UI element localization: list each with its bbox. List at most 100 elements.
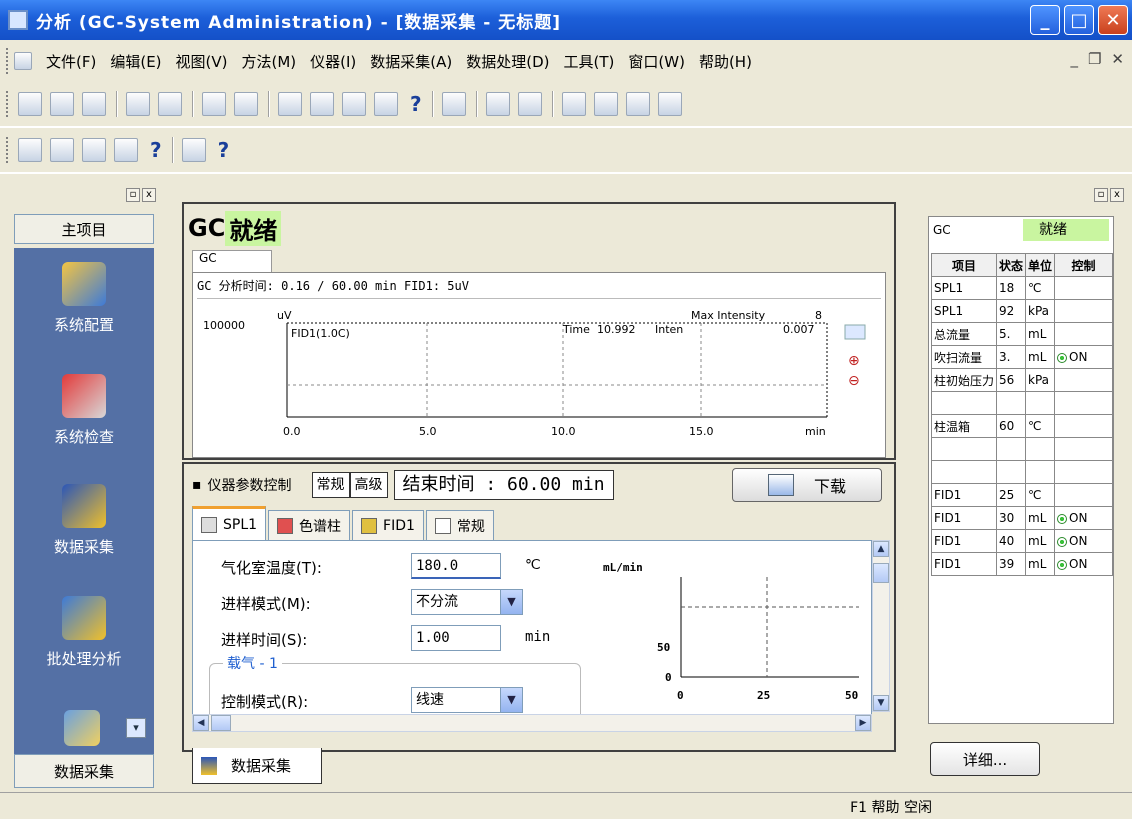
open-method-icon[interactable] <box>50 138 74 162</box>
sidebar-item-batch-analysis[interactable]: 批处理分析 <box>14 596 154 669</box>
menu-tools[interactable]: 工具(T) <box>564 51 615 72</box>
on-radio-icon[interactable] <box>1057 352 1068 363</box>
tab-spl1[interactable]: SPL1 <box>192 506 267 540</box>
chrom-scroll-up-icon[interactable] <box>844 324 866 340</box>
table-view-icon[interactable] <box>374 92 398 116</box>
menu-instrument[interactable]: 仪器(I) <box>310 51 356 72</box>
normal-view-button[interactable]: 常规 <box>311 472 350 498</box>
mdi-minimize-icon[interactable]: _ <box>1070 50 1078 68</box>
detail-button[interactable]: 详细... <box>930 742 1040 776</box>
menu-edit[interactable]: 编辑(E) <box>110 51 161 72</box>
menu-window[interactable]: 窗口(W) <box>628 51 685 72</box>
zoom-in-icon[interactable]: ⊕ <box>848 353 860 369</box>
print-icon[interactable] <box>126 92 150 116</box>
save-icon[interactable] <box>82 92 106 116</box>
tab-fid1[interactable]: FID1 <box>352 510 424 540</box>
open-file-icon[interactable] <box>50 92 74 116</box>
status-cell-ctrl[interactable]: ON <box>1054 529 1113 553</box>
panel-close-icon[interactable]: x <box>1110 188 1124 202</box>
edit-method-icon[interactable] <box>18 138 42 162</box>
scroll-thumb[interactable] <box>873 563 889 583</box>
sidebar-bottom-item[interactable]: 数据采集 <box>14 754 154 788</box>
new-file-icon[interactable] <box>18 92 42 116</box>
on-radio-icon[interactable] <box>1057 559 1068 570</box>
scroll-left-icon[interactable]: ◀ <box>193 715 209 731</box>
status-cell-ctrl[interactable]: ON <box>1054 506 1113 530</box>
monitor-icon[interactable] <box>485 92 510 116</box>
zoom-icon[interactable] <box>625 92 650 116</box>
maximize-button[interactable]: □ <box>1064 5 1094 35</box>
menu-processing[interactable]: 数据处理(D) <box>466 51 549 72</box>
control-mode-select[interactable]: 线速 ▼ <box>411 687 523 713</box>
sidebar-close-icon[interactable]: x <box>142 188 156 202</box>
on-radio-icon[interactable] <box>1057 513 1068 524</box>
param-horizontal-scrollbar[interactable]: ◀ ▶ <box>192 714 872 732</box>
menu-method[interactable]: 方法(M) <box>242 51 297 72</box>
status-cell-ctrl[interactable] <box>1054 299 1113 323</box>
status-cell-ctrl[interactable] <box>1054 368 1113 392</box>
sidebar-item-system-config[interactable]: 系统配置 <box>14 262 154 335</box>
zoom-out-icon[interactable]: ⊖ <box>848 373 860 389</box>
injection-temp-input[interactable]: 180.0 <box>411 553 501 579</box>
scroll-down-icon[interactable]: ▼ <box>873 695 889 711</box>
status-cell-ctrl[interactable] <box>1054 437 1113 461</box>
menu-help[interactable]: 帮助(H) <box>699 51 752 72</box>
data-review-icon[interactable] <box>64 710 100 746</box>
download-button[interactable]: 下载 <box>732 468 882 502</box>
tab-column[interactable]: 色谱柱 <box>268 510 351 540</box>
scroll-up-icon[interactable]: ▲ <box>873 541 889 557</box>
scroll-thumb[interactable] <box>211 715 231 731</box>
chevron-down-icon[interactable]: ▼ <box>500 688 522 712</box>
menu-grip[interactable] <box>6 48 10 74</box>
status-cell-ctrl[interactable] <box>1054 483 1113 507</box>
status-cell-ctrl[interactable] <box>1054 460 1113 484</box>
menu-view[interactable]: 视图(V) <box>176 51 228 72</box>
sidebar-item-system-check[interactable]: 系统检查 <box>14 374 154 447</box>
chart-view-icon[interactable] <box>342 92 366 116</box>
mdi-close-icon[interactable]: ✕ <box>1111 50 1124 68</box>
injection-mode-select[interactable]: 不分流 ▼ <box>411 589 523 615</box>
start-icon[interactable] <box>561 92 586 116</box>
help-icon[interactable]: ? <box>150 138 162 162</box>
panel-grid-icon[interactable] <box>310 92 334 116</box>
injection-time-input[interactable]: 1.00 <box>411 625 501 651</box>
scroll-right-icon[interactable]: ▶ <box>855 715 871 731</box>
param-vertical-scrollbar[interactable]: ▲ ▼ <box>872 540 890 712</box>
status-cell-ctrl[interactable] <box>1054 322 1113 346</box>
menu-file[interactable]: 文件(F) <box>46 51 96 72</box>
status-cell-ctrl[interactable]: ON <box>1054 552 1113 576</box>
tab-general[interactable]: 常规 <box>425 510 494 540</box>
advanced-view-button[interactable]: 高级 <box>349 472 388 498</box>
folder-method-icon[interactable] <box>114 138 138 162</box>
mdi-restore-icon[interactable]: ❐ <box>1088 50 1101 68</box>
status-cell-ctrl[interactable] <box>1054 414 1113 438</box>
wizard-icon[interactable] <box>657 92 682 116</box>
on-radio-icon[interactable] <box>1057 536 1068 547</box>
chart-method-icon[interactable] <box>82 138 106 162</box>
flask-icon[interactable] <box>517 92 542 116</box>
instrument-icon[interactable] <box>441 92 466 116</box>
menu-acquisition[interactable]: 数据采集(A) <box>370 51 452 72</box>
sidebar-dock-icon[interactable]: ▫ <box>126 188 140 202</box>
toolbar-grip[interactable] <box>6 91 10 117</box>
stop-icon[interactable] <box>593 92 618 116</box>
report-icon[interactable] <box>181 138 206 162</box>
doc-tab-data-acquisition[interactable]: 数据采集 <box>192 748 322 784</box>
layout-alt-icon[interactable] <box>234 92 258 116</box>
help-icon[interactable]: ? <box>410 92 422 116</box>
panel-left-icon[interactable] <box>278 92 302 116</box>
sidebar-item-data-acquisition[interactable]: 数据采集 <box>14 484 154 557</box>
panel-dock-icon[interactable]: ▫ <box>1094 188 1108 202</box>
chevron-down-icon[interactable]: ▼ <box>500 590 522 614</box>
print-preview-icon[interactable] <box>158 92 182 116</box>
status-cell-ctrl[interactable]: ON <box>1054 345 1113 369</box>
chromatogram-chart[interactable]: uV 100000 FID1(1.0C) Max Intensity 8 Tim… <box>193 303 887 459</box>
close-button[interactable]: ✕ <box>1098 5 1128 35</box>
status-cell-ctrl[interactable] <box>1054 391 1113 415</box>
tab-gc[interactable]: GC <box>192 250 272 274</box>
minimize-button[interactable]: _ <box>1030 5 1060 35</box>
toolbar-grip[interactable] <box>6 137 10 163</box>
status-cell-ctrl[interactable] <box>1054 276 1113 300</box>
chevron-down-icon[interactable]: ▾ <box>126 718 146 738</box>
layout-icon[interactable] <box>202 92 226 116</box>
